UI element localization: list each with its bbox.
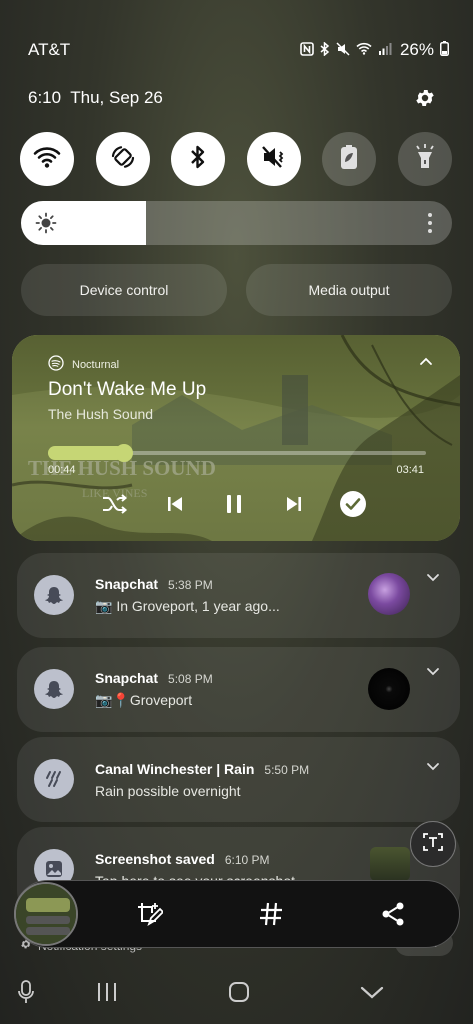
- notification-thumbnail: [368, 668, 410, 710]
- expand-chevron-icon[interactable]: [426, 664, 440, 678]
- crop-edit-icon[interactable]: [132, 897, 166, 931]
- screenshot-tools: [132, 897, 410, 931]
- notification-weather[interactable]: Canal Winchester | Rain 5:50 PM Rain pos…: [17, 737, 460, 822]
- back-chevron-icon[interactable]: [358, 978, 386, 1006]
- date[interactable]: Thu, Sep 26: [70, 88, 163, 107]
- notification-body: Rain possible overnight: [95, 783, 241, 799]
- extract-text-button[interactable]: [410, 821, 456, 867]
- media-app-name: Nocturnal: [72, 358, 120, 371]
- carrier-label: AT&T: [28, 40, 71, 59]
- notification-body: 📷📍Groveport: [95, 692, 193, 708]
- sound-mode-toggle[interactable]: [246, 132, 301, 186]
- microphone-icon[interactable]: [12, 978, 40, 1006]
- media-player[interactable]: THE HUSH SOUND LIKE VINES Nocturnal Don'…: [12, 335, 460, 541]
- flashlight-icon: [414, 143, 436, 176]
- datetime: 6:10 Thu, Sep 26: [28, 88, 163, 108]
- weather-rain-icon: [34, 759, 74, 799]
- header-row: 6:10 Thu, Sep 26: [28, 86, 437, 110]
- spotify-icon: [48, 355, 64, 374]
- notification-time: 5:50 PM: [264, 763, 310, 777]
- bluetooth-status-icon: [320, 40, 330, 59]
- pill-buttons: Device control Media output: [21, 264, 452, 316]
- share-icon[interactable]: [376, 897, 410, 931]
- notification-body: 📷 In Groveport, 1 year ago...: [95, 598, 280, 614]
- power-saving-icon: [338, 143, 360, 176]
- brightness-icon: [35, 212, 57, 234]
- quick-settings-row: [20, 132, 452, 186]
- device-control-button[interactable]: Device control: [21, 264, 227, 316]
- wifi-toggle[interactable]: [20, 132, 74, 186]
- media-output-button[interactable]: Media output: [246, 264, 452, 316]
- bluetooth-icon: [189, 144, 207, 175]
- hashtag-icon[interactable]: [254, 897, 288, 931]
- notification-thumbnail: [368, 573, 410, 615]
- seek-thumb[interactable]: [114, 444, 133, 462]
- expand-chevron-icon[interactable]: [426, 759, 440, 773]
- battery-icon: [440, 41, 449, 59]
- auto-rotate-icon: [109, 143, 137, 176]
- notification-time: 5:08 PM: [168, 672, 213, 686]
- status-icons: 26%: [300, 40, 449, 60]
- snapchat-icon: [34, 575, 74, 615]
- wifi-icon: [33, 145, 61, 174]
- notification-header: Canal Winchester | Rain 5:50 PM: [95, 761, 309, 777]
- signal-icon: [378, 42, 392, 58]
- notification-header: Snapchat 5:08 PM: [95, 670, 213, 686]
- media-controls: [100, 489, 368, 519]
- pause-icon[interactable]: [219, 489, 249, 519]
- navigation-bar: [0, 974, 473, 1010]
- notification-snapchat-2[interactable]: Snapchat 5:08 PM 📷📍Groveport: [17, 647, 460, 732]
- track-title: Don't Wake Me Up: [48, 379, 207, 400]
- recent-apps-icon[interactable]: [93, 978, 121, 1006]
- shuffle-icon[interactable]: [100, 489, 130, 519]
- flashlight-toggle[interactable]: [397, 132, 452, 186]
- notification-title: Snapchat: [95, 576, 159, 592]
- next-track-icon[interactable]: [279, 489, 309, 519]
- notification-snapchat-1[interactable]: Snapchat 5:38 PM 📷 In Groveport, 1 year …: [17, 553, 460, 638]
- settings-gear-icon[interactable]: [413, 86, 437, 110]
- text-scan-icon: [421, 830, 445, 859]
- total-duration: 03:41: [396, 464, 424, 476]
- nfc-icon: [300, 41, 314, 59]
- notification-header: Screenshot saved 6:10 PM: [95, 851, 270, 867]
- snapchat-icon: [34, 669, 74, 709]
- bluetooth-toggle[interactable]: [171, 132, 226, 186]
- brightness-slider[interactable]: [21, 201, 452, 245]
- battery-label: 26%: [399, 40, 434, 59]
- seek-progress: [48, 446, 124, 460]
- notification-time: 5:38 PM: [168, 578, 213, 592]
- mute-status-icon: [336, 41, 350, 59]
- notification-thumbnail: [370, 847, 410, 881]
- home-icon[interactable]: [225, 978, 253, 1006]
- notification-time: 6:10 PM: [224, 853, 270, 867]
- collapse-media-icon[interactable]: [418, 353, 434, 369]
- screenshot-preview-thumbnail[interactable]: [14, 882, 78, 946]
- status-bar: AT&T 26%: [28, 38, 449, 62]
- saved-check-icon[interactable]: [338, 489, 368, 519]
- media-app-row: Nocturnal: [48, 355, 119, 374]
- clock[interactable]: 6:10: [28, 88, 61, 107]
- elapsed-time: 00:44: [48, 464, 76, 476]
- notification-header: Snapchat 5:38 PM: [95, 576, 213, 592]
- power-saving-toggle[interactable]: [322, 132, 377, 186]
- notification-title: Snapchat: [95, 670, 159, 686]
- wifi-status-icon: [356, 42, 372, 58]
- previous-track-icon[interactable]: [160, 489, 190, 519]
- seek-bar[interactable]: [48, 444, 426, 462]
- expand-chevron-icon[interactable]: [426, 570, 440, 584]
- brightness-more-icon[interactable]: [428, 213, 432, 233]
- notification-title: Screenshot saved: [95, 851, 215, 867]
- auto-rotate-toggle[interactable]: [95, 132, 150, 186]
- track-artist: The Hush Sound: [48, 406, 154, 422]
- notification-title: Canal Winchester | Rain: [95, 761, 255, 777]
- vibrate-icon: [260, 144, 288, 175]
